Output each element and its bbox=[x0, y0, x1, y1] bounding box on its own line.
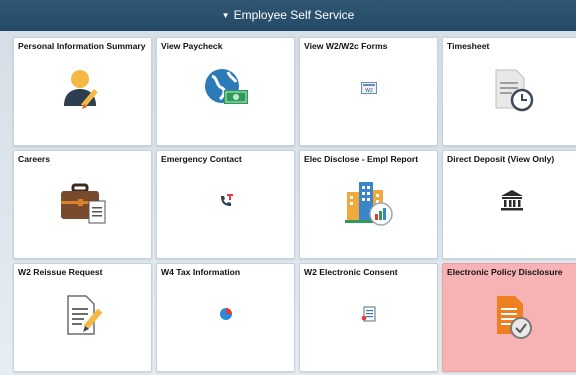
page-header[interactable]: ▼ Employee Self Service bbox=[0, 0, 576, 31]
w2-form-icon: W2 bbox=[360, 82, 377, 94]
tile-w2-electronic-consent[interactable]: W2 Electronic Consent bbox=[299, 263, 438, 372]
tile-w2-reissue-request[interactable]: W2 Reissue Request bbox=[13, 263, 152, 372]
tile-title: W2 Reissue Request bbox=[18, 267, 103, 277]
tile-title: W4 Tax Information bbox=[161, 267, 241, 277]
tile-title: Elec Disclose - Empl Report bbox=[304, 154, 419, 164]
tile-title: Timesheet bbox=[447, 41, 490, 51]
document-pencil-icon bbox=[66, 295, 102, 335]
tile-w4-tax-information[interactable]: W4 Tax Information bbox=[156, 263, 295, 372]
tile-direct-deposit[interactable]: Direct Deposit (View Only) bbox=[442, 150, 576, 259]
tile-title: Direct Deposit (View Only) bbox=[447, 154, 555, 164]
globe-money-icon bbox=[204, 69, 248, 104]
tile-careers[interactable]: Careers bbox=[13, 150, 152, 259]
page-title: Employee Self Service bbox=[233, 8, 355, 22]
tile-view-paycheck[interactable]: View Paycheck bbox=[156, 37, 295, 146]
document-clock-icon bbox=[495, 69, 533, 112]
tile-title: Electronic Policy Disclosure bbox=[447, 267, 563, 277]
tile-electronic-policy-disclosure[interactable]: Electronic Policy Disclosure bbox=[442, 263, 576, 372]
person-edit-icon bbox=[63, 70, 98, 109]
tile-elec-disclose-empl-report[interactable]: Elec Disclose - Empl Report bbox=[299, 150, 438, 259]
tile-personal-information-summary[interactable]: Personal Information Summary bbox=[13, 37, 152, 146]
caret-down-icon: ▼ bbox=[221, 11, 230, 20]
briefcase-clipboard-icon bbox=[60, 183, 105, 224]
bank-icon bbox=[500, 190, 523, 211]
w2-form-label: W2 bbox=[365, 88, 373, 94]
tile-title: View Paycheck bbox=[161, 41, 223, 51]
tile-title: Personal Information Summary bbox=[18, 41, 146, 51]
tile-emergency-contact[interactable]: Emergency Contact bbox=[156, 150, 295, 259]
tile-title: W2 Electronic Consent bbox=[304, 267, 398, 277]
pie-chart-icon bbox=[219, 308, 232, 320]
buildings-chart-icon bbox=[344, 182, 393, 226]
tile-timesheet[interactable]: Timesheet bbox=[442, 37, 576, 146]
tile-title: Careers bbox=[18, 154, 51, 164]
tile-title: Emergency Contact bbox=[161, 154, 242, 164]
policy-document-clock-icon bbox=[496, 296, 532, 339]
phone-medical-icon bbox=[220, 194, 233, 206]
tile-view-w2-forms[interactable]: View W2/W2c Forms W2 bbox=[299, 37, 438, 146]
tile-title: View W2/W2c Forms bbox=[304, 41, 388, 51]
consent-document-icon bbox=[361, 306, 375, 322]
